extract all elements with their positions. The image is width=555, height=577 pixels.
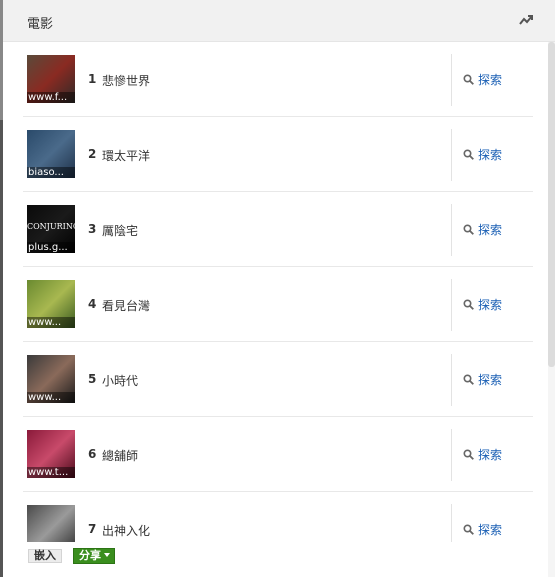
card-footer: 嵌入 分享 — [3, 542, 548, 577]
divider — [451, 279, 452, 331]
search-icon — [463, 74, 474, 85]
list-item[interactable]: www... 5 小時代 探索 — [23, 342, 533, 417]
explore-link[interactable]: 探索 — [463, 446, 502, 462]
explore-link[interactable]: 探索 — [463, 71, 502, 87]
divider — [451, 129, 452, 181]
thumbnail-source-caption: www... — [27, 392, 75, 403]
movie-list: www.f... 1 悲慘世界 探索 biaso... 2 環太平洋 探索 CONJURING p… — [3, 42, 543, 542]
movie-thumbnail[interactable]: www... — [27, 280, 75, 328]
rank-number: 5 — [88, 372, 97, 386]
thumbnail-source-caption: www... — [27, 317, 75, 328]
rank-number: 7 — [88, 522, 97, 536]
explore-label: 探索 — [478, 523, 503, 537]
divider — [451, 354, 452, 406]
explore-label: 探索 — [478, 223, 503, 237]
search-icon — [463, 149, 474, 160]
movie-thumbnail[interactable] — [27, 505, 75, 542]
trends-card: 電影 www.f... 1 悲慘世界 探索 biaso... 2 環太平洋 探索 CONJURI… — [3, 0, 555, 577]
chevron-down-icon — [104, 553, 110, 557]
embed-button[interactable]: 嵌入 — [28, 549, 62, 563]
list-item[interactable]: biaso... 2 環太平洋 探索 — [23, 117, 533, 192]
list-item[interactable]: CONJURING plus.g... 3 厲陰宅 探索 — [23, 192, 533, 267]
thumbnail-source-caption: www.t... — [27, 467, 75, 478]
explore-link[interactable]: 探索 — [463, 221, 502, 237]
movie-thumbnail[interactable]: CONJURING plus.g... — [27, 205, 75, 253]
list-item[interactable]: www.f... 1 悲慘世界 探索 — [23, 42, 533, 117]
thumbnail-source-caption: plus.g... — [27, 242, 75, 253]
divider — [451, 429, 452, 481]
list-item[interactable]: 7 出神入化 探索 — [23, 492, 533, 542]
share-button[interactable]: 分享 — [73, 548, 115, 564]
movie-title[interactable]: 總舖師 — [102, 447, 138, 464]
movie-title[interactable]: 小時代 — [102, 372, 138, 389]
movie-thumbnail[interactable]: www.f... — [27, 55, 75, 103]
scrollbar[interactable] — [548, 42, 555, 577]
card-header: 電影 — [3, 0, 555, 42]
movie-title[interactable]: 環太平洋 — [102, 147, 150, 164]
divider — [451, 504, 452, 542]
explore-link[interactable]: 探索 — [463, 146, 502, 162]
search-icon — [463, 449, 474, 460]
explore-link[interactable]: 探索 — [463, 521, 502, 537]
scrollbar-thumb[interactable] — [548, 42, 555, 367]
search-icon — [463, 224, 474, 235]
movie-thumbnail[interactable]: www... — [27, 355, 75, 403]
movie-title[interactable]: 悲慘世界 — [102, 72, 150, 89]
explore-label: 探索 — [478, 298, 503, 312]
thumbnail-poster-text: CONJURING — [27, 222, 75, 231]
divider — [451, 204, 452, 256]
search-icon — [463, 524, 474, 535]
rank-number: 4 — [88, 297, 97, 311]
rank-number: 2 — [88, 147, 97, 161]
movie-thumbnail[interactable]: biaso... — [27, 130, 75, 178]
thumbnail-source-caption: www.f... — [27, 92, 75, 103]
rank-number: 3 — [88, 222, 97, 236]
list-item[interactable]: www.t... 6 總舖師 探索 — [23, 417, 533, 492]
share-button-label: 分享 — [79, 549, 101, 562]
explore-label: 探索 — [478, 148, 503, 162]
search-icon — [463, 374, 474, 385]
divider — [451, 54, 452, 106]
explore-label: 探索 — [478, 73, 503, 87]
explore-label: 探索 — [478, 448, 503, 462]
rank-number: 6 — [88, 447, 97, 461]
trending-icon[interactable] — [519, 13, 533, 27]
explore-link[interactable]: 探索 — [463, 371, 502, 387]
thumbnail-source-caption: biaso... — [27, 167, 75, 178]
rank-number: 1 — [88, 72, 97, 86]
explore-label: 探索 — [478, 373, 503, 387]
list-item[interactable]: www... 4 看見台灣 探索 — [23, 267, 533, 342]
card-title: 電影 — [27, 17, 54, 32]
movie-thumbnail[interactable]: www.t... — [27, 430, 75, 478]
movie-title[interactable]: 出神入化 — [102, 522, 150, 539]
search-icon — [463, 299, 474, 310]
movie-title[interactable]: 看見台灣 — [102, 297, 150, 314]
movie-title[interactable]: 厲陰宅 — [102, 222, 138, 239]
explore-link[interactable]: 探索 — [463, 296, 502, 312]
